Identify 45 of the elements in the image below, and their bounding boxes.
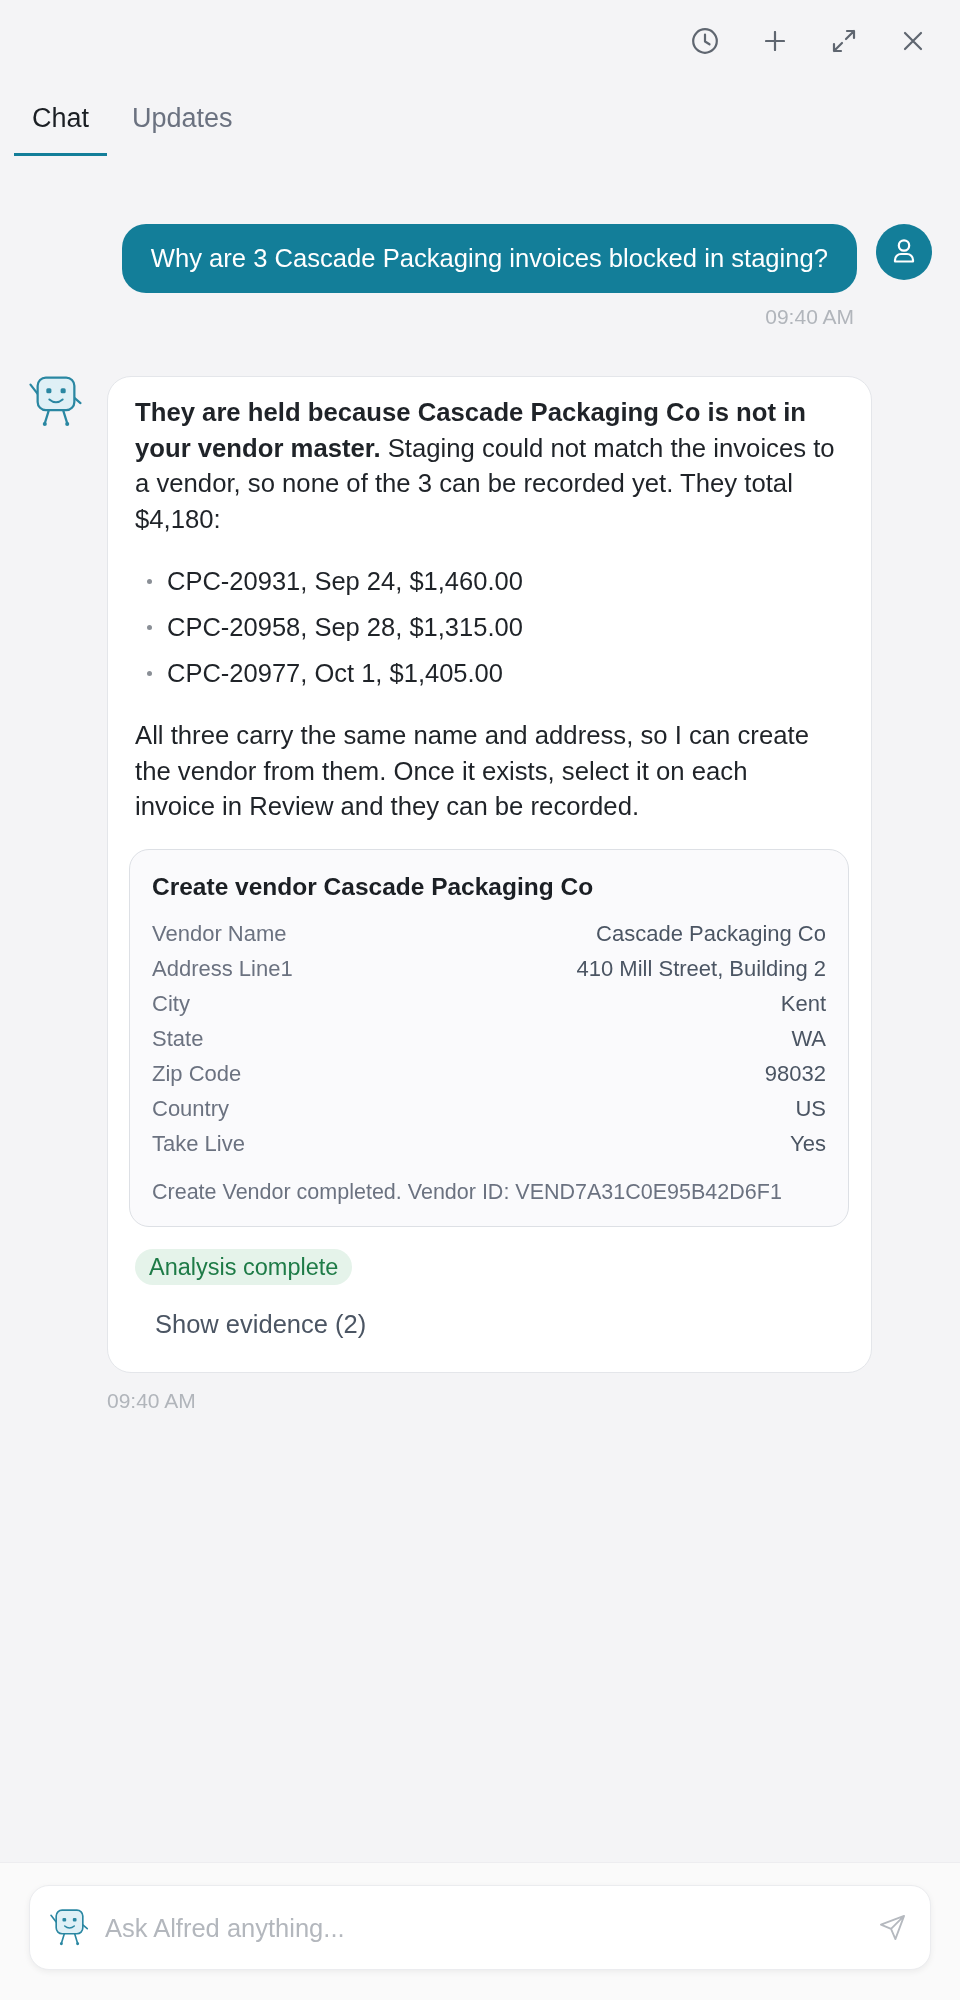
- bullet-icon: [147, 670, 152, 676]
- status-badge: Analysis complete: [135, 1248, 353, 1285]
- field-value: Yes: [790, 1129, 826, 1158]
- bullet-icon: [147, 578, 152, 584]
- field-value: 98032: [764, 1059, 826, 1088]
- timestamp: 09:40 AM: [107, 1387, 196, 1414]
- field-value: Cascade Packaging Co: [596, 919, 826, 948]
- user-avatar-icon: [876, 224, 932, 280]
- list-item: CPC-20958, Sep 28, $1,315.00: [167, 612, 523, 643]
- plus-icon: [765, 31, 785, 51]
- field-label: Address Line1: [152, 954, 293, 983]
- expand-icon: [832, 29, 856, 53]
- tab[interactable]: Updates: [114, 82, 251, 156]
- list-item: CPC-20931, Sep 24, $1,460.00: [167, 566, 523, 597]
- field-label: Take Live: [152, 1129, 245, 1158]
- close-icon: [903, 31, 923, 51]
- message-text: All three carry the same name and address, so I can create the vendor from them. Once it exists, select it on each invoice in Review and they can be recorded.: [135, 720, 810, 822]
- field-label: City: [152, 989, 190, 1018]
- field-value: Kent: [780, 989, 826, 1018]
- robot-icon: [49, 1909, 90, 1946]
- expand-button[interactable]: [832, 29, 856, 53]
- history-button[interactable]: [692, 28, 718, 54]
- tab[interactable]: Chat: [14, 82, 108, 156]
- field-value: WA: [791, 1024, 826, 1053]
- robot-icon: [28, 376, 84, 427]
- paper-plane-icon: [879, 1914, 906, 1941]
- composer-field[interactable]: Ask Alfred anything...: [29, 1885, 931, 1970]
- field-label: Vendor Name: [152, 919, 287, 948]
- show-evidence-button[interactable]: Show evidence (2): [135, 1299, 387, 1348]
- bullet-icon: [147, 624, 152, 630]
- timestamp: 09:40 AM: [765, 304, 854, 330]
- message-input[interactable]: Ask Alfred anything...: [105, 1910, 863, 1945]
- field-label: Country: [152, 1094, 230, 1123]
- add-button[interactable]: [765, 31, 785, 51]
- field-label: State: [152, 1024, 204, 1053]
- close-button[interactable]: [903, 31, 923, 51]
- card-title: Create vendor Cascade Packaging Co: [152, 871, 595, 902]
- result-text: Create Vendor completed. Vendor ID: VEND7A31C0E95B42D6F1: [152, 1178, 783, 1206]
- clock-icon: [692, 28, 718, 54]
- field-value: 410 Mill Street, Building 2: [576, 954, 826, 983]
- message-text: They are held because Cascade Packaging Co is not in your vendor master. Staging could not match the invoices to a vendor, so none of the 3 can be recorded yet. They total $4,180:: [135, 397, 836, 535]
- field-label: Zip Code: [152, 1059, 242, 1088]
- list-item: CPC-20977, Oct 1, $1,405.00: [167, 658, 503, 689]
- field-value: US: [795, 1094, 826, 1123]
- message-bubble: Why are 3 Cascade Packaging invoices blocked in staging?: [121, 224, 857, 293]
